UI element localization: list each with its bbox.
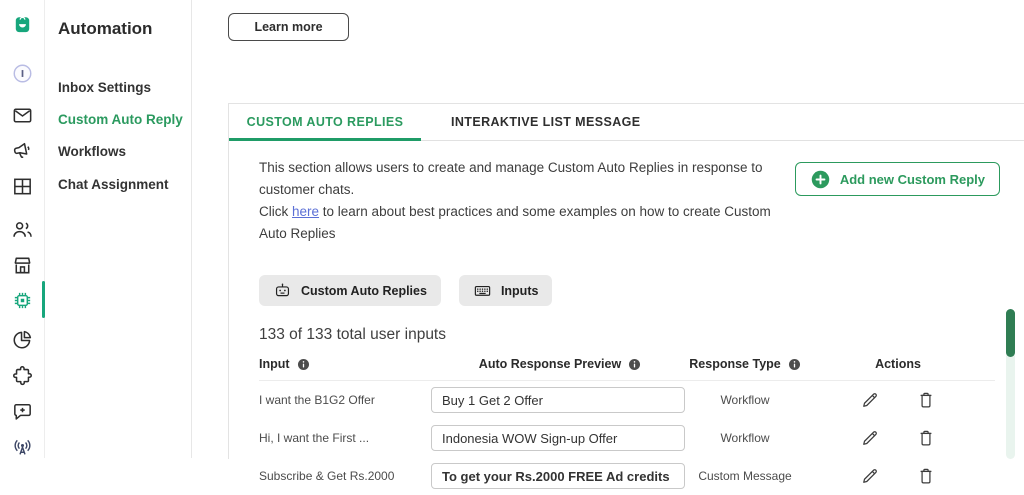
info-icon[interactable] <box>788 358 801 371</box>
table-scrollbar-thumb[interactable] <box>1006 309 1015 357</box>
puzzle-icon[interactable] <box>11 364 34 387</box>
keyboard-icon <box>474 285 491 296</box>
table-body: I want the B1G2 Offer Workflow Hi, I wan… <box>259 381 995 495</box>
response-type-cell: Custom Message <box>698 469 792 483</box>
custom-auto-replies-card: CUSTOM AUTO REPLIES INTERAKTIVE LIST MES… <box>228 103 1024 489</box>
input-cell: Subscribe & Get Rs.2000 <box>259 469 395 483</box>
delete-button[interactable] <box>916 428 936 448</box>
intro-text: This section allows users to create and … <box>259 160 771 241</box>
actions-cell <box>801 466 995 486</box>
custom-auto-replies-chip[interactable]: Custom Auto Replies <box>259 275 441 306</box>
actions-cell <box>801 428 995 448</box>
profile-circle-icon[interactable] <box>11 62 34 85</box>
response-type-cell: Workflow <box>720 393 770 407</box>
col-input: Input <box>259 357 431 371</box>
sidebar-item-custom-auto-reply[interactable]: Custom Auto Reply <box>58 112 183 127</box>
people-icon[interactable] <box>11 218 34 241</box>
sidebar-item-chat-assignment[interactable]: Chat Assignment <box>58 177 169 192</box>
grid-icon[interactable] <box>11 175 34 198</box>
envelope-icon[interactable] <box>11 104 34 127</box>
trash-icon <box>920 392 932 408</box>
actions-cell <box>801 390 995 410</box>
delete-button[interactable] <box>916 390 936 410</box>
learn-more-button[interactable]: Learn more <box>228 13 349 41</box>
input-cell: I want the B1G2 Offer <box>259 393 375 407</box>
main-content: Learn more CUSTOM AUTO REPLIES INTERAKTI… <box>193 0 1024 489</box>
chip-icon[interactable] <box>11 289 34 312</box>
inputs-chip[interactable]: Inputs <box>458 275 553 306</box>
trash-icon <box>920 430 932 446</box>
chat-add-icon[interactable] <box>11 400 34 423</box>
input-cell: Hi, I want the First ... <box>259 431 370 445</box>
response-type-cell: Workflow <box>720 431 770 445</box>
edit-button[interactable] <box>860 390 880 410</box>
automation-sidebar: Automation Inbox Settings Custom Auto Re… <box>46 0 192 458</box>
table-scrollbar-track[interactable] <box>1006 309 1015 459</box>
tab-interaktive-list-message[interactable]: INTERAKTIVE LIST MESSAGE <box>421 104 670 140</box>
sidebar-item-inbox-settings[interactable]: Inbox Settings <box>58 80 151 95</box>
megaphone-icon[interactable] <box>11 139 34 162</box>
icon-rail <box>0 0 45 458</box>
rail-active-indicator <box>42 281 45 318</box>
auto-response-preview-input[interactable] <box>431 387 685 413</box>
auto-replies-table: Input Auto Response Preview Response Typ… <box>259 357 995 495</box>
info-icon[interactable] <box>628 358 641 371</box>
edit-button[interactable] <box>860 428 880 448</box>
auto-response-preview-input[interactable] <box>431 425 685 451</box>
col-actions: Actions <box>875 357 921 371</box>
inputs-count-summary: 133 of 133 total user inputs <box>259 326 446 343</box>
table-row: I want the B1G2 Offer Workflow <box>259 381 995 419</box>
plus-circle-icon <box>811 170 830 188</box>
intro-section: This section allows users to create and … <box>229 141 1024 245</box>
pie-chart-icon[interactable] <box>11 328 34 351</box>
bag-icon[interactable] <box>11 12 34 35</box>
pencil-icon <box>863 393 877 407</box>
robot-icon <box>275 283 290 297</box>
table-header: Input Auto Response Preview Response Typ… <box>259 357 995 381</box>
view-toggle-chips: Custom Auto Replies Inputs <box>259 275 1024 306</box>
table-row: Subscribe & Get Rs.2000 Custom Message <box>259 457 995 495</box>
auto-response-preview-input[interactable] <box>431 463 685 489</box>
add-new-custom-reply-button[interactable]: Add new Custom Reply <box>794 162 1000 196</box>
broadcast-icon[interactable] <box>11 435 34 458</box>
pencil-icon <box>863 431 877 445</box>
delete-button[interactable] <box>916 466 936 486</box>
edit-button[interactable] <box>860 466 880 486</box>
col-auto-response-preview: Auto Response Preview <box>431 357 689 371</box>
table-row: Hi, I want the First ... Workflow <box>259 419 995 457</box>
sidebar-item-workflows[interactable]: Workflows <box>58 144 126 159</box>
page-title: Automation <box>58 19 153 38</box>
here-link[interactable]: here <box>292 204 319 219</box>
pencil-icon <box>863 469 877 483</box>
col-response-type: Response Type <box>689 357 801 371</box>
tab-custom-auto-replies[interactable]: CUSTOM AUTO REPLIES <box>229 104 421 141</box>
info-icon[interactable] <box>297 358 310 371</box>
store-icon[interactable] <box>11 254 34 277</box>
tab-bar: CUSTOM AUTO REPLIES INTERAKTIVE LIST MES… <box>229 104 1024 141</box>
trash-icon <box>920 468 932 484</box>
